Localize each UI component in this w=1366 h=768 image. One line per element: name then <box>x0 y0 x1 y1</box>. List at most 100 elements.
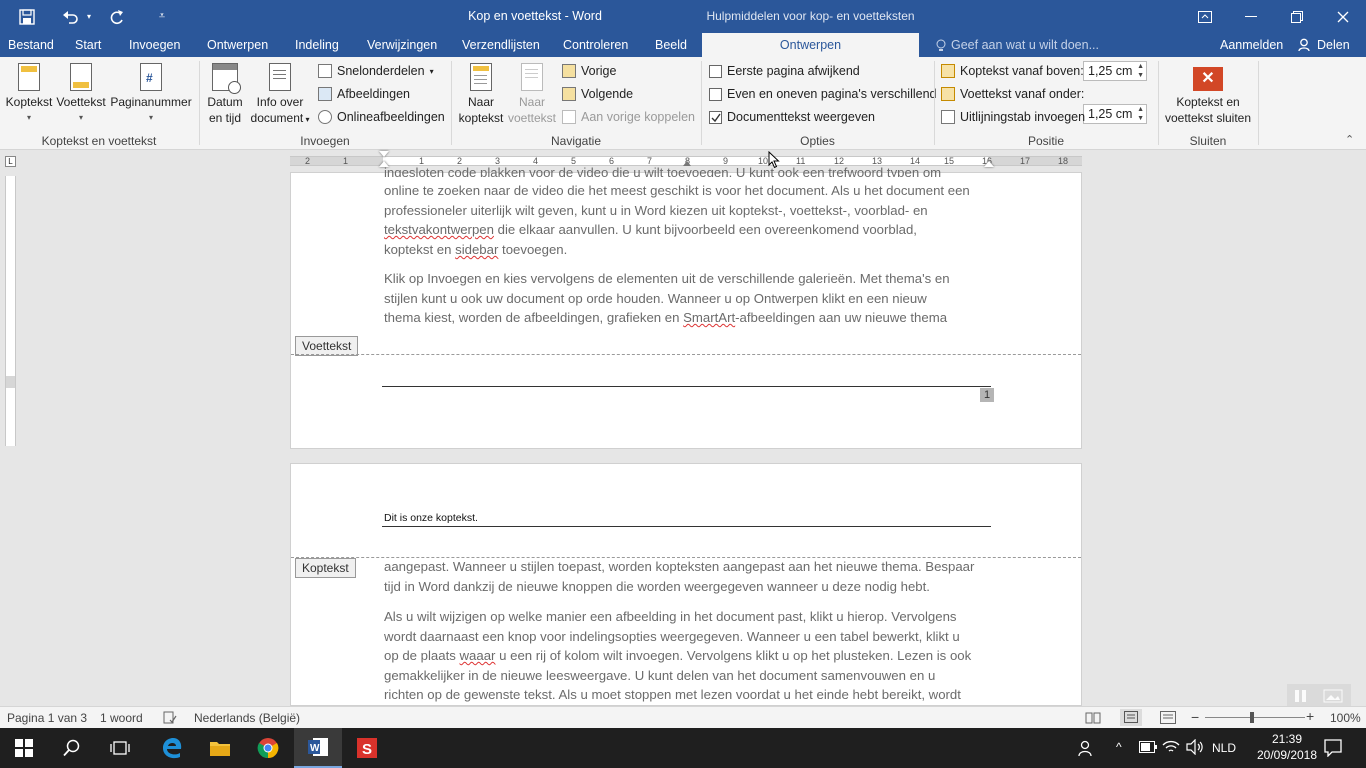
zoom-slider-thumb[interactable] <box>1250 712 1254 723</box>
minimize-icon[interactable] <box>1228 0 1274 33</box>
pictures-button[interactable]: Afbeeldingen <box>318 84 410 104</box>
text-span: thema kiest, worden de afbeeldingen, gra… <box>384 310 684 326</box>
tab-review[interactable]: Controleren <box>563 33 628 57</box>
chrome-browser-icon[interactable] <box>244 728 292 768</box>
wifi-icon[interactable] <box>1162 739 1180 758</box>
document-page-1[interactable]: ingesloten code plakken voor de video di… <box>290 165 1082 449</box>
misspelled-word[interactable]: waaar <box>460 648 496 663</box>
task-view-icon[interactable] <box>96 728 144 768</box>
undo-dropdown-icon[interactable]: ▾ <box>82 0 96 33</box>
print-layout-icon[interactable] <box>1120 709 1142 726</box>
header-from-top-input[interactable]: 1,25 cm ▲ ▼ <box>1083 61 1147 81</box>
text-line: aangepast. Wanneer u stijlen toepast, wo… <box>384 559 975 574</box>
link-icon <box>562 110 576 124</box>
show-hidden-icons-icon[interactable]: ^ <box>1116 740 1122 754</box>
document-page-2[interactable]: Dit is onze koptekst. Koptekst aangepast… <box>290 463 1082 706</box>
close-header-footer-button[interactable]: ✕ Koptekst en voettekst sluiten <box>1160 67 1256 126</box>
page-number-button[interactable]: # Paginanummer ▾ <box>108 63 194 126</box>
volume-icon[interactable] <box>1186 738 1204 758</box>
spin-arrows-icon[interactable]: ▲ ▼ <box>1137 105 1144 123</box>
web-layout-icon[interactable] <box>1160 711 1176 727</box>
word-count-status[interactable]: 1 woord <box>100 711 143 725</box>
edge-browser-icon[interactable] <box>148 728 196 768</box>
zoom-out-icon[interactable]: − <box>1191 709 1199 725</box>
date-time-button[interactable]: Datum en tijd <box>204 63 246 126</box>
tell-me-search[interactable]: Geef aan wat u wilt doen... <box>951 38 1099 52</box>
chevron-down-icon: ▾ <box>303 115 310 124</box>
page-count-status[interactable]: Pagina 1 van 3 <box>7 711 87 725</box>
save-icon[interactable] <box>12 0 42 33</box>
first-line-indent-marker-icon[interactable] <box>379 151 389 157</box>
tab-design[interactable]: Ontwerpen <box>207 33 268 57</box>
footer-from-bottom-label: Voettekst vanaf onder: <box>960 87 1085 101</box>
redo-icon[interactable] <box>102 0 132 33</box>
ribbon-display-options-icon[interactable] <box>1182 0 1228 33</box>
text-span: op de plaats <box>384 648 460 664</box>
start-button-icon[interactable] <box>0 728 48 768</box>
quick-parts-button[interactable]: Snelonderdelen ▾ <box>318 61 434 81</box>
sign-in-link[interactable]: Aanmelden <box>1220 38 1283 52</box>
go-to-footer-button[interactable]: Naar voettekst <box>507 63 557 126</box>
restore-icon[interactable] <box>1274 0 1320 33</box>
customize-qat-icon[interactable]: ⩡ <box>150 0 174 33</box>
footer-button[interactable]: Voettekst ▾ <box>55 63 107 126</box>
ruler-tick: 17 <box>1020 156 1031 166</box>
action-center-icon[interactable] <box>1324 739 1342 760</box>
zoom-slider-track[interactable] <box>1205 717 1305 718</box>
search-icon[interactable] <box>48 728 96 768</box>
tab-mailings[interactable]: Verzendlijsten <box>462 33 540 57</box>
header-from-top-label: Koptekst vanaf boven: <box>960 64 1084 78</box>
document-info-label-2: document <box>250 111 304 125</box>
share-button[interactable]: Delen <box>1317 38 1350 52</box>
document-info-button[interactable]: Info over document ▾ <box>247 63 313 128</box>
collapse-ribbon-icon[interactable]: ⌃ <box>1345 133 1354 146</box>
header-text[interactable]: Dit is onze koptekst. <box>384 512 478 524</box>
group-label-close: Sluiten <box>1189 134 1227 148</box>
read-mode-icon[interactable] <box>1085 711 1101 727</box>
battery-icon[interactable] <box>1139 741 1157 756</box>
page-number-field[interactable]: 1 <box>980 388 994 402</box>
svg-text:S: S <box>362 741 372 758</box>
word-window: ▾ ⩡ Kop en voettekst - Word Hulpmiddelen… <box>0 0 1366 768</box>
file-explorer-icon[interactable] <box>196 728 244 768</box>
tab-layout[interactable]: Indeling <box>295 33 339 57</box>
misspelled-word[interactable]: SmartArt <box>683 310 735 325</box>
clock-time[interactable]: 21:39 <box>1262 732 1312 746</box>
previous-button[interactable]: Vorige <box>562 61 616 81</box>
clock-date[interactable]: 20/09/2018 <box>1250 748 1324 762</box>
header-button-label: Koptekst <box>5 95 53 109</box>
spin-arrows-icon[interactable]: ▲ ▼ <box>1137 62 1144 80</box>
zoom-level[interactable]: 100% <box>1330 711 1361 725</box>
tab-view[interactable]: Beeld <box>655 33 687 57</box>
word-taskbar-icon[interactable]: W <box>294 728 342 768</box>
tab-selector-icon[interactable]: L <box>5 156 16 167</box>
tab-start[interactable]: Start <box>75 33 101 57</box>
tab-insert[interactable]: Invoegen <box>129 33 180 57</box>
language-status[interactable]: Nederlands (België) <box>194 711 300 725</box>
people-icon[interactable] <box>1078 739 1096 760</box>
proofing-icon[interactable] <box>163 711 177 727</box>
different-odd-even-checkbox[interactable]: Even en oneven pagina's verschillend <box>709 84 936 104</box>
next-button[interactable]: Volgende <box>562 84 633 104</box>
zoom-in-icon[interactable]: + <box>1306 708 1314 724</box>
misspelled-word[interactable]: tekstvakontwerpen <box>384 222 494 237</box>
insert-alignment-tab-button[interactable]: Uitlijningstab invoegen <box>941 107 1085 127</box>
ribbon-tabs: Bestand Start Invoegen Ontwerpen Indelin… <box>0 33 1366 58</box>
link-to-previous-button[interactable]: Aan vorige koppelen <box>562 107 695 127</box>
close-window-icon[interactable] <box>1320 0 1366 33</box>
tab-references[interactable]: Verwijzingen <box>367 33 437 57</box>
vertical-ruler[interactable] <box>5 176 16 446</box>
screen-recorder-widget[interactable] <box>1287 684 1351 708</box>
different-first-page-checkbox[interactable]: Eerste pagina afwijkend <box>709 61 860 81</box>
tab-file[interactable]: Bestand <box>8 33 54 57</box>
go-to-header-button[interactable]: Naar koptekst <box>455 63 507 126</box>
insert-alignment-tab-label: Uitlijningstab invoegen <box>960 110 1086 124</box>
footer-from-bottom-input[interactable]: 1,25 cm ▲ ▼ <box>1083 104 1147 124</box>
online-pictures-button[interactable]: Onlineafbeeldingen <box>318 107 445 127</box>
input-language-indicator[interactable]: NLD <box>1212 741 1236 755</box>
header-button[interactable]: Koptekst ▾ <box>4 63 54 126</box>
misspelled-word[interactable]: sidebar <box>455 242 498 257</box>
tab-header-footer-design[interactable]: Ontwerpen <box>702 33 919 58</box>
snagit-icon[interactable]: S <box>343 728 391 768</box>
show-document-text-checkbox[interactable]: Documenttekst weergeven <box>709 107 875 127</box>
